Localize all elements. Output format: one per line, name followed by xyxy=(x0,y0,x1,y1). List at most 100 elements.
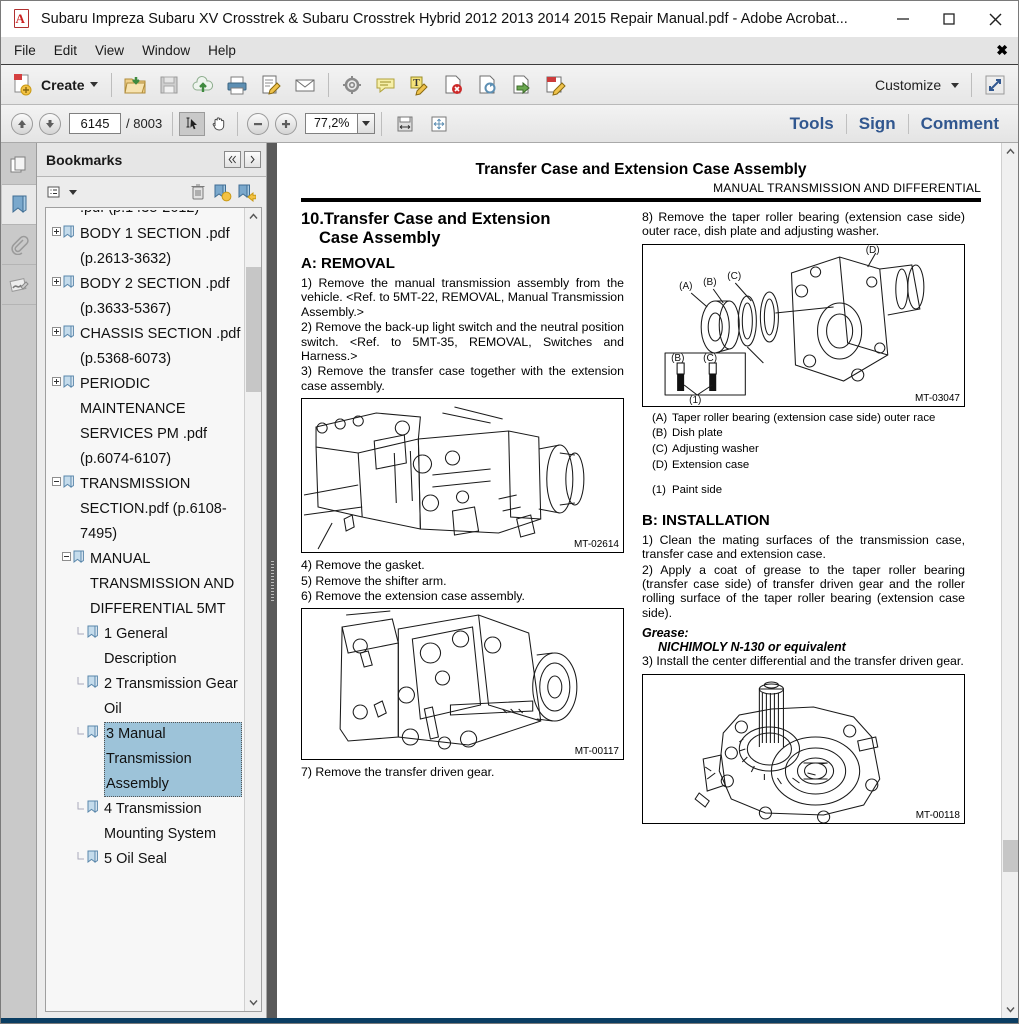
bookmarks-panel: Bookmarks BODY 1 SECTION .pdf (p.2613-36… xyxy=(37,143,267,1018)
zoom-dropdown-button[interactable] xyxy=(357,113,376,134)
sidebar-item-page-thumbnails[interactable] xyxy=(1,145,36,185)
list-item[interactable]: MANUAL TRANSMISSION AND DIFFERENTIAL 5MT xyxy=(46,547,244,622)
sidebar-item-attachments[interactable] xyxy=(1,225,36,265)
delete-page-icon[interactable] xyxy=(439,69,469,101)
bookmark-ribbon-icon xyxy=(73,547,90,566)
scrollbar-thumb[interactable] xyxy=(1002,840,1018,872)
minimize-button[interactable] xyxy=(880,1,926,37)
list-item[interactable]: BODY 1 SECTION .pdf (p.2613-3632) xyxy=(46,222,244,272)
list-item-selected[interactable]: 3 Manual Transmission Assembly xyxy=(46,722,244,797)
chevron-down-icon[interactable] xyxy=(1002,1001,1019,1018)
pdf-page-canvas[interactable]: Transfer Case and Extension Case Assembl… xyxy=(277,143,1001,1018)
removal-step-5: 5) Remove the shifter arm. xyxy=(301,573,447,588)
collapse-toggle-icon[interactable] xyxy=(50,472,63,486)
rotate-page-icon[interactable] xyxy=(473,69,503,101)
list-item[interactable]: 4 Transmission Mounting System xyxy=(46,797,244,847)
page-number-input[interactable]: 6145 xyxy=(69,113,121,134)
tools-tab[interactable]: Tools xyxy=(778,114,846,134)
figure-taper-roller-bearing: (A) (B) (C) (D) (B) (C) (1) MT-03047 xyxy=(642,243,965,407)
sidebar-item-signatures[interactable] xyxy=(1,265,36,305)
email-envelope-icon[interactable] xyxy=(290,69,320,101)
bookmarks-panel-header: Bookmarks xyxy=(37,143,266,177)
expand-toggle-icon[interactable] xyxy=(50,372,63,386)
list-item[interactable]: 2 Transmission Gear Oil xyxy=(46,672,244,722)
create-button[interactable]: Create xyxy=(7,69,105,101)
scrollbar-thumb[interactable] xyxy=(245,267,261,392)
double-chevron-left-icon[interactable] xyxy=(224,151,241,168)
panel-splitter[interactable] xyxy=(267,143,277,1018)
list-item[interactable]: CHASSIS SECTION .pdf (p.5368-6073) xyxy=(46,322,244,372)
chevron-down-icon[interactable] xyxy=(67,180,79,204)
menu-edit[interactable]: Edit xyxy=(45,40,86,61)
collapse-toggle-icon[interactable] xyxy=(60,547,73,561)
nav-divider-1 xyxy=(172,111,174,136)
close-document-icon[interactable]: ✖ xyxy=(996,42,1018,59)
callout-1: (1) xyxy=(689,395,701,406)
legend-row: (C) Adjusting washer xyxy=(642,443,965,457)
customize-button[interactable]: Customize xyxy=(869,77,965,93)
export-page-icon[interactable] xyxy=(507,69,537,101)
zoom-level-input[interactable]: 77,2% xyxy=(305,113,358,134)
list-item[interactable]: TRANSMISSION SECTION.pdf (p.6108-7495) xyxy=(46,472,244,547)
open-folder-icon[interactable] xyxy=(120,69,150,101)
expand-toggle-icon[interactable] xyxy=(50,322,63,336)
fit-page-icon[interactable] xyxy=(424,108,454,140)
bookmark-ribbon-icon xyxy=(63,472,80,491)
legend-row: (D) Extension case xyxy=(642,459,965,473)
select-cursor-icon[interactable] xyxy=(179,111,206,136)
zoom-minus-icon[interactable] xyxy=(247,112,270,135)
sidebar-item-bookmarks[interactable] xyxy=(1,185,36,225)
menu-file[interactable]: File xyxy=(5,40,45,61)
bookmarks-scrollbar[interactable] xyxy=(244,208,261,1011)
figure-code: MT-00117 xyxy=(574,746,619,758)
list-item[interactable]: 1 General Description xyxy=(46,622,244,672)
menu-window[interactable]: Window xyxy=(133,40,199,61)
zoom-plus-icon[interactable] xyxy=(275,112,298,135)
expand-toggle-icon[interactable] xyxy=(50,272,63,286)
expand-toggle-icon[interactable] xyxy=(50,222,63,236)
save-disk-icon[interactable] xyxy=(154,69,184,101)
list-item[interactable]: PERIODIC MAINTENANCE SERVICES PM .pdf (p… xyxy=(46,372,244,472)
comment-tab[interactable]: Comment xyxy=(909,114,1011,134)
figure-code: MT-03047 xyxy=(914,392,960,404)
menu-help[interactable]: Help xyxy=(199,40,245,61)
legend-value: Adjusting washer xyxy=(672,443,759,455)
highlight-text-icon[interactable]: T xyxy=(405,69,435,101)
figure-extension-case: MT-00117 xyxy=(301,608,624,761)
expand-arrows-icon[interactable] xyxy=(980,69,1010,101)
gear-icon[interactable] xyxy=(337,69,367,101)
scrollbar-track[interactable] xyxy=(1002,160,1019,1001)
hand-tool-icon[interactable] xyxy=(205,112,231,136)
new-bookmark-icon[interactable] xyxy=(210,180,234,204)
list-item[interactable]: 5 Oil Seal xyxy=(46,847,244,872)
legend-note-value: Paint side xyxy=(672,484,723,497)
sign-tab[interactable]: Sign xyxy=(847,114,908,134)
cloud-upload-icon[interactable] xyxy=(188,69,218,101)
maximize-button[interactable] xyxy=(926,1,972,37)
document-viewer[interactable]: Transfer Case and Extension Case Assembl… xyxy=(277,143,1018,1018)
sign-document-icon[interactable] xyxy=(256,69,286,101)
expand-bookmark-icon[interactable] xyxy=(234,180,258,204)
sticky-note-icon[interactable] xyxy=(371,69,401,101)
installation-step-3: 3) Install the center differential and t… xyxy=(642,654,964,669)
chevron-down-icon[interactable] xyxy=(245,994,262,1011)
toolbar-right-group: Customize xyxy=(869,69,1012,101)
window-controls xyxy=(880,1,1018,37)
bookmarks-list[interactable]: .pdf (p.1435-2612) BODY 1 SECTION .pdf (… xyxy=(46,208,244,1011)
menu-view[interactable]: View xyxy=(86,40,133,61)
chevron-up-icon[interactable] xyxy=(245,208,262,225)
list-options-icon[interactable] xyxy=(43,180,67,204)
page-scrollbar[interactable] xyxy=(1001,143,1018,1018)
chevron-up-icon[interactable] xyxy=(1002,143,1019,160)
fit-width-icon[interactable] xyxy=(390,108,420,140)
scrollbar-track[interactable] xyxy=(245,225,262,994)
printer-icon[interactable] xyxy=(222,69,252,101)
arrow-up-circle-icon[interactable] xyxy=(11,112,33,135)
edit-pdf-icon[interactable] xyxy=(541,69,571,101)
chevron-right-icon[interactable] xyxy=(244,151,261,168)
arrow-down-circle-icon[interactable] xyxy=(39,112,61,135)
close-button[interactable] xyxy=(972,1,1018,37)
list-item[interactable]: BODY 2 SECTION .pdf (p.3633-5367) xyxy=(46,272,244,322)
page-title: Transfer Case and Extension Case Assembl… xyxy=(475,161,807,178)
trash-can-icon[interactable] xyxy=(186,180,210,204)
